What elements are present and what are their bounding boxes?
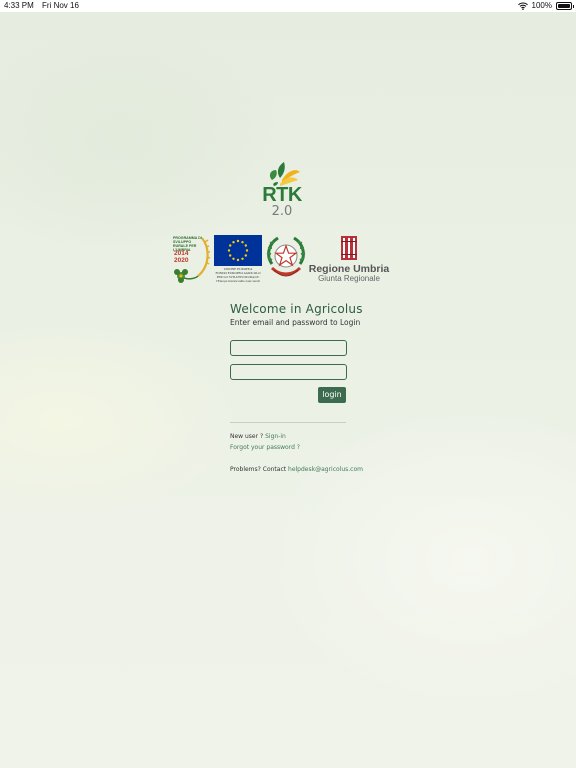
status-left: 4:33 PM Fri Nov 16 — [4, 0, 85, 12]
battery-icon — [556, 2, 574, 10]
helpdesk-email-link[interactable]: helpdesk@agricolus.com — [288, 466, 363, 473]
status-time: 4:33 PM — [4, 1, 34, 10]
page-title: Welcome in Agricolus — [230, 302, 363, 316]
status-bar: 4:33 PM Fri Nov 16 100% — [0, 0, 576, 12]
brand-version: 2.0 — [271, 204, 293, 219]
eu-caption: UNIONE EUROPEA FONDO EUROPEO AGRICOLO PE… — [210, 267, 266, 283]
psr-year-start: 2014 — [174, 250, 189, 257]
login-button[interactable]: login — [318, 387, 346, 403]
regione-umbria-emblem-icon — [341, 236, 357, 260]
status-date: Fri Nov 16 — [42, 1, 79, 10]
psr-years: 2014 2020 — [174, 250, 194, 264]
divider — [230, 422, 346, 423]
signup-link[interactable]: Sign-in — [265, 433, 286, 440]
psr-year-end: 2020 — [174, 257, 189, 264]
status-right: 100% — [517, 0, 574, 12]
new-user-line: New user ? Sign-in — [230, 433, 286, 440]
email-input[interactable] — [230, 340, 347, 356]
new-user-text: New user ? — [230, 433, 264, 440]
italian-republic-emblem-icon — [266, 236, 306, 277]
page-subtitle: Enter email and password to Login — [230, 318, 361, 327]
background — [0, 0, 576, 768]
problems-text: Problems? Contact — [230, 466, 287, 473]
eu-caption-line-4: l'Europa investe nelle zone rurali — [216, 279, 260, 283]
forgot-password-line: Forgot your password ? — [230, 444, 300, 451]
battery-percent: 100% — [531, 1, 552, 10]
eu-stars-icon — [227, 239, 249, 262]
wifi-icon — [517, 2, 528, 10]
password-input[interactable] — [230, 364, 347, 380]
forgot-password-link[interactable]: Forgot your password ? — [230, 444, 300, 451]
problems-line: Problems? Contact helpdesk@agricolus.com — [230, 466, 363, 473]
region-subtitle: Giunta Regionale — [318, 274, 380, 283]
eu-flag — [214, 235, 262, 266]
